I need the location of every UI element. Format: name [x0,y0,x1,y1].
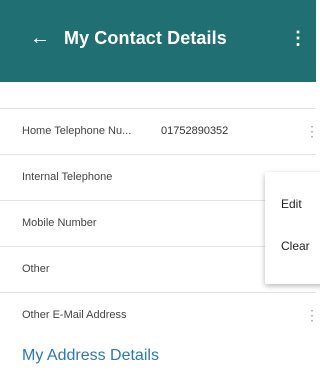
overflow-menu-icon[interactable]: ⋮ [289,26,307,50]
context-menu: Edit Clear [265,172,320,284]
contact-row-value: 01752890352 [161,125,229,137]
contact-row-other-email[interactable]: Other E-Mail Address ⋮ [0,293,319,338]
menu-item-clear[interactable]: Clear [281,237,310,255]
row-overflow-icon[interactable]: ⋮ [305,303,319,327]
back-arrow-icon[interactable]: ← [30,26,50,50]
row-overflow-icon[interactable]: ⋮ [305,119,319,143]
contact-row-label: Other E-Mail Address [22,309,127,321]
contact-row-label: Home Telephone Nu... [22,125,132,137]
toolbar-spacer [0,82,316,109]
contact-row-label: Other [22,263,50,275]
menu-item-edit[interactable]: Edit [281,195,302,213]
app-bar: ← My Contact Details ⋮ [0,0,316,82]
contact-row-label: Mobile Number [22,217,97,229]
contact-row-label: Internal Telephone [22,171,113,183]
page-title: My Contact Details [64,28,227,48]
contact-row-home-telephone[interactable]: Home Telephone Nu... 01752890352 ⋮ [0,109,319,154]
section-title-address: My Address Details [22,347,159,364]
